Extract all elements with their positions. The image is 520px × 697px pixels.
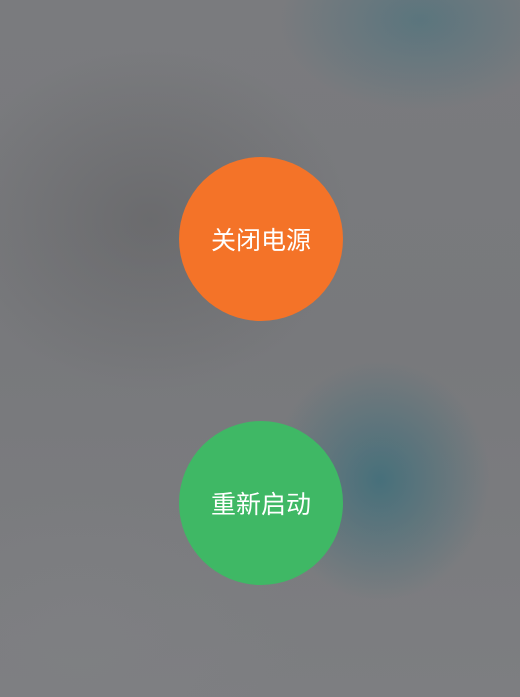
restart-label: 重新启动 (210, 490, 311, 519)
blurred-background (0, 0, 520, 697)
restart-button[interactable]: 重新启动 (179, 421, 343, 585)
power-off-button[interactable]: 关闭电源 (179, 157, 343, 321)
power-off-label: 关闭电源 (210, 226, 311, 255)
